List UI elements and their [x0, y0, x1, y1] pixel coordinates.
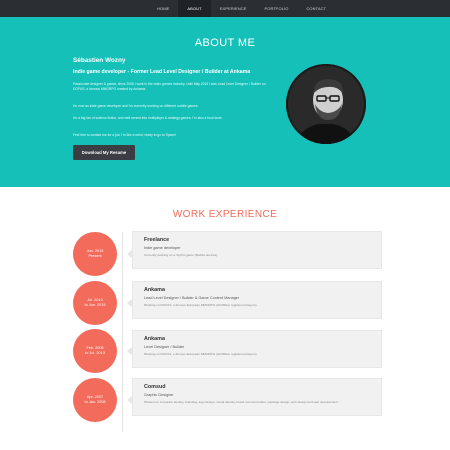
job-role: Lead Level Designer / Builder & Game Con…	[144, 296, 240, 300]
job-role: Graphic Designer	[144, 393, 174, 397]
nav-item-contact[interactable]: CONTACT	[297, 0, 335, 17]
job-description: Working on DOFUS, a famous European MMOR…	[144, 352, 258, 356]
profile-role: Indie game developer - Former Lead Level…	[73, 69, 251, 75]
job-description: Working on DOFUS, a famous European MMOR…	[144, 303, 258, 307]
experience-card: Ankama Level Designer / Builder Working …	[132, 330, 382, 368]
company-name: Ankama	[144, 287, 165, 293]
date-badge: Feb. 2008 to Jul. 2013	[73, 329, 117, 373]
experience-card: Ankama Lead Level Designer / Builder & G…	[132, 281, 382, 319]
company-name: Ankama	[144, 336, 165, 342]
nav-item-about[interactable]: ABOUT	[178, 0, 211, 17]
date-badge: Jun. 2015 Present	[73, 232, 117, 276]
profile-name: Sébastien Wozny	[73, 57, 126, 64]
about-paragraph-1: Passionate designer & gamer, since 2008 …	[73, 82, 266, 91]
about-section: ABOUT ME Sébastien Wozny Indie game deve…	[0, 17, 450, 187]
nav-item-portfolio[interactable]: PORTFOLIO	[255, 0, 297, 17]
about-title: ABOUT ME	[194, 37, 256, 49]
about-paragraph-3: I'm a big fan of science fiction, and we…	[73, 116, 223, 120]
experience-card: Comsud Graphic Designer Worked on corpor…	[132, 378, 382, 416]
top-nav: HOME ABOUT EXPERIENCE PORTFOLIO CONTACT	[0, 0, 450, 17]
date-end: to Jun. 2015	[84, 303, 106, 307]
date-badge: Apr. 2007 to Jan. 2008	[73, 378, 117, 422]
date-end: to Jan. 2008	[84, 400, 106, 404]
date-end: Present	[88, 254, 102, 258]
company-name: Freelance	[144, 237, 170, 243]
job-role: Level Designer / Builder	[144, 345, 185, 349]
job-description: Worked on corporate identity, branding, …	[144, 400, 339, 404]
job-role: Indie game developer	[144, 246, 181, 250]
download-resume-button[interactable]: Download My Resume	[73, 145, 135, 160]
timeline-line	[122, 232, 123, 432]
work-experience-title: WORK EXPERIENCE	[172, 209, 278, 220]
date-end: to Jul. 2013	[85, 351, 105, 355]
nav-items: HOME ABOUT EXPERIENCE PORTFOLIO CONTACT	[148, 0, 335, 17]
experience-card: Freelance Indie game developer Currently…	[132, 231, 382, 269]
company-name: Comsud	[144, 384, 166, 390]
job-description: Currently working on a rhythm game (Mobi…	[144, 253, 219, 257]
about-paragraph-4: Feel free to contact me for a job. I'm l…	[73, 133, 176, 137]
date-badge: Jul. 2013 to Jun. 2015	[73, 281, 117, 325]
nav-item-home[interactable]: HOME	[148, 0, 178, 17]
nav-item-experience[interactable]: EXPERIENCE	[211, 0, 256, 17]
avatar	[286, 64, 366, 144]
profile-photo-icon	[286, 64, 366, 144]
about-paragraph-2: I'm now an indie game developer and I'm …	[73, 104, 199, 108]
